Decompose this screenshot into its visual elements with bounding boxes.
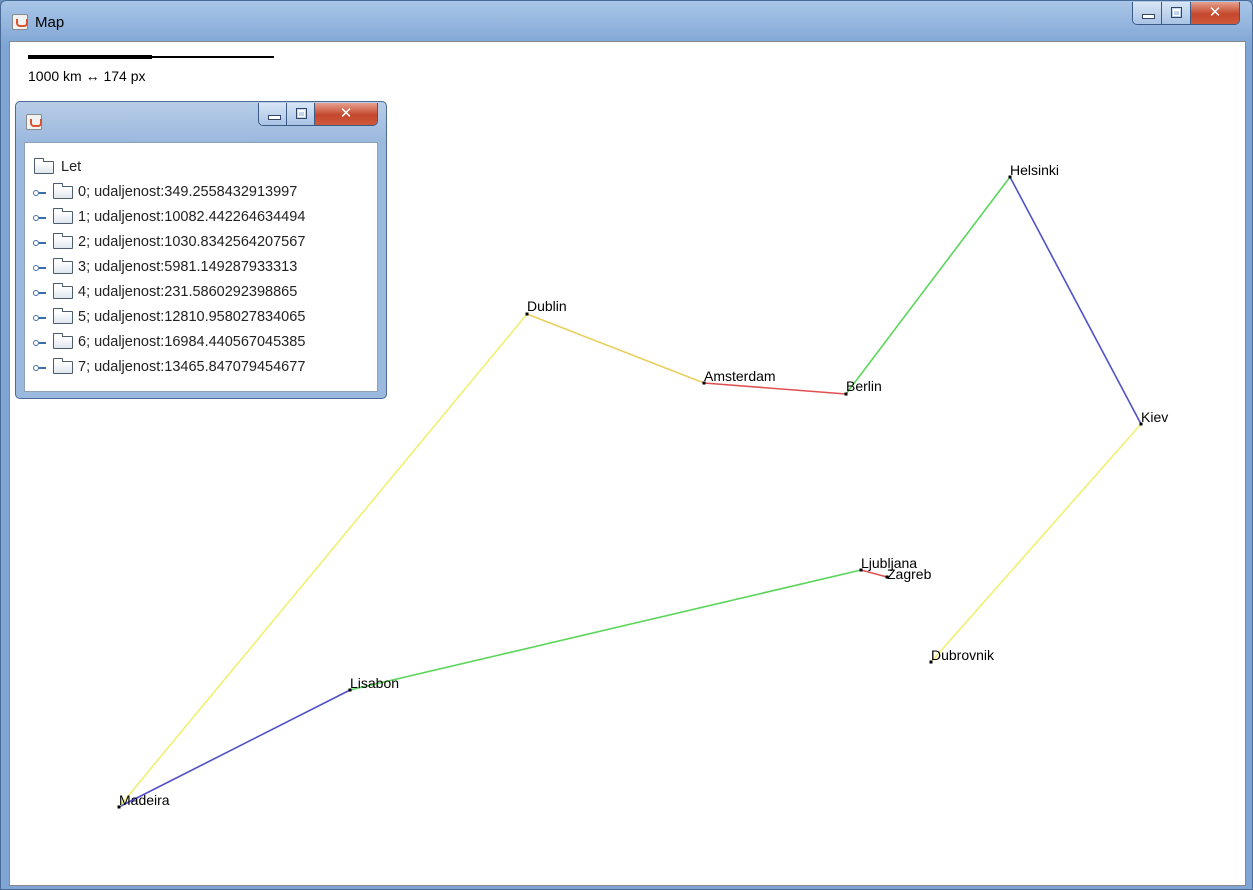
expand-handle-icon[interactable] — [33, 265, 47, 271]
city-label-dublin: Dublin — [527, 298, 567, 314]
folder-icon — [53, 233, 73, 249]
tree-item-label: 1; udaljenost:10082.442264634494 — [78, 209, 306, 225]
tree-close-button[interactable]: ✕ — [315, 103, 377, 125]
tree-item-label: 0; udaljenost:349.2558432913997 — [78, 184, 298, 200]
route-ljubljana-zagreb — [860, 569, 888, 578]
tree-item[interactable]: 1; udaljenost:10082.442264634494 — [25, 205, 377, 230]
expand-handle-icon[interactable] — [33, 365, 47, 371]
flight-tree[interactable]: Let 0; udaljenost:349.2558432913997 1; ud… — [24, 142, 378, 392]
route-dublin-amsterdam — [526, 313, 705, 384]
tree-item-label: 3; udaljenost:5981.149287933313 — [78, 259, 298, 275]
tree-item[interactable]: 2; udaljenost:1030.8342564207567 — [25, 230, 377, 255]
maximize-button[interactable] — [1162, 2, 1191, 24]
route-helsinki-kiev — [1009, 176, 1142, 425]
window-controls: ✕ — [1132, 2, 1240, 25]
expand-handle-icon[interactable] — [33, 240, 47, 246]
flight-tree-window[interactable]: ✕ Let 0; udaljenost:349.2558432913997 1; … — [15, 101, 387, 399]
scale-label: 1000 km ↔ 174 px — [28, 68, 146, 84]
maximize-icon — [296, 108, 307, 119]
tree-item[interactable]: 0; udaljenost:349.2558432913997 — [25, 180, 377, 205]
city-label-amsterdam: Amsterdam — [704, 368, 776, 384]
route-kiev-dubrovnik — [930, 423, 1142, 663]
tree-root[interactable]: Let — [25, 155, 377, 180]
minimize-button[interactable] — [1133, 2, 1162, 24]
tree-item[interactable]: 3; udaljenost:5981.149287933313 — [25, 255, 377, 280]
tree-item-label: 6; udaljenost:16984.440567045385 — [78, 334, 306, 350]
tree-item-label: 2; udaljenost:1030.8342564207567 — [78, 234, 306, 250]
window-title: Map — [35, 14, 65, 31]
tree-item[interactable]: 6; udaljenost:16984.440567045385 — [25, 330, 377, 355]
folder-icon — [53, 358, 73, 374]
folder-icon — [53, 183, 73, 199]
java-coffee-cup-icon — [12, 14, 28, 30]
minimize-icon — [1142, 14, 1155, 19]
route-berlin-helsinki — [845, 176, 1011, 395]
city-label-zagreb: Zagreb — [887, 566, 932, 582]
tree-root-label: Let — [61, 159, 82, 175]
route-madeira-lisabon — [118, 689, 351, 808]
maximize-icon — [1171, 7, 1182, 18]
tree-item[interactable]: 5; udaljenost:12810.958027834065 — [25, 305, 377, 330]
folder-icon — [53, 208, 73, 224]
expand-handle-icon[interactable] — [33, 215, 47, 221]
java-coffee-cup-icon — [26, 114, 42, 130]
city-label-dubrovnik: Dubrovnik — [931, 647, 995, 663]
title-bar[interactable]: Map ✕ — [1, 1, 1252, 41]
close-icon: ✕ — [339, 104, 353, 122]
expand-handle-icon[interactable] — [33, 340, 47, 346]
folder-icon — [53, 308, 73, 324]
scale-bar — [28, 55, 274, 59]
folder-icon — [53, 333, 73, 349]
close-button[interactable]: ✕ — [1191, 2, 1239, 24]
minimize-icon — [268, 115, 281, 120]
folder-icon — [53, 258, 73, 274]
expand-handle-icon[interactable] — [33, 290, 47, 296]
close-icon: ✕ — [1208, 3, 1222, 21]
city-label-helsinki: Helsinki — [1010, 162, 1059, 178]
expand-handle-icon[interactable] — [33, 315, 47, 321]
tree-item-label: 7; udaljenost:13465.847079454677 — [78, 359, 306, 375]
tree-window-controls: ✕ — [258, 103, 378, 126]
route-amsterdam-berlin — [703, 382, 847, 395]
tree-maximize-button[interactable] — [287, 103, 315, 125]
city-label-kiev: Kiev — [1141, 409, 1168, 425]
tree-item[interactable]: 7; udaljenost:13465.847079454677 — [25, 355, 377, 380]
expand-handle-icon[interactable] — [33, 190, 47, 196]
folder-icon — [53, 283, 73, 299]
city-label-madeira: Madeira — [119, 792, 170, 808]
tree-item-label: 4; udaljenost:231.5860292398865 — [78, 284, 298, 300]
city-label-lisabon: Lisabon — [350, 675, 399, 691]
city-label-berlin: Berlin — [846, 378, 882, 394]
tree-item-label: 5; udaljenost:12810.958027834065 — [78, 309, 306, 325]
route-lisabon-ljubljana — [349, 569, 862, 691]
tree-minimize-button[interactable] — [259, 103, 287, 125]
tree-item[interactable]: 4; udaljenost:231.5860292398865 — [25, 280, 377, 305]
folder-icon — [34, 158, 54, 174]
